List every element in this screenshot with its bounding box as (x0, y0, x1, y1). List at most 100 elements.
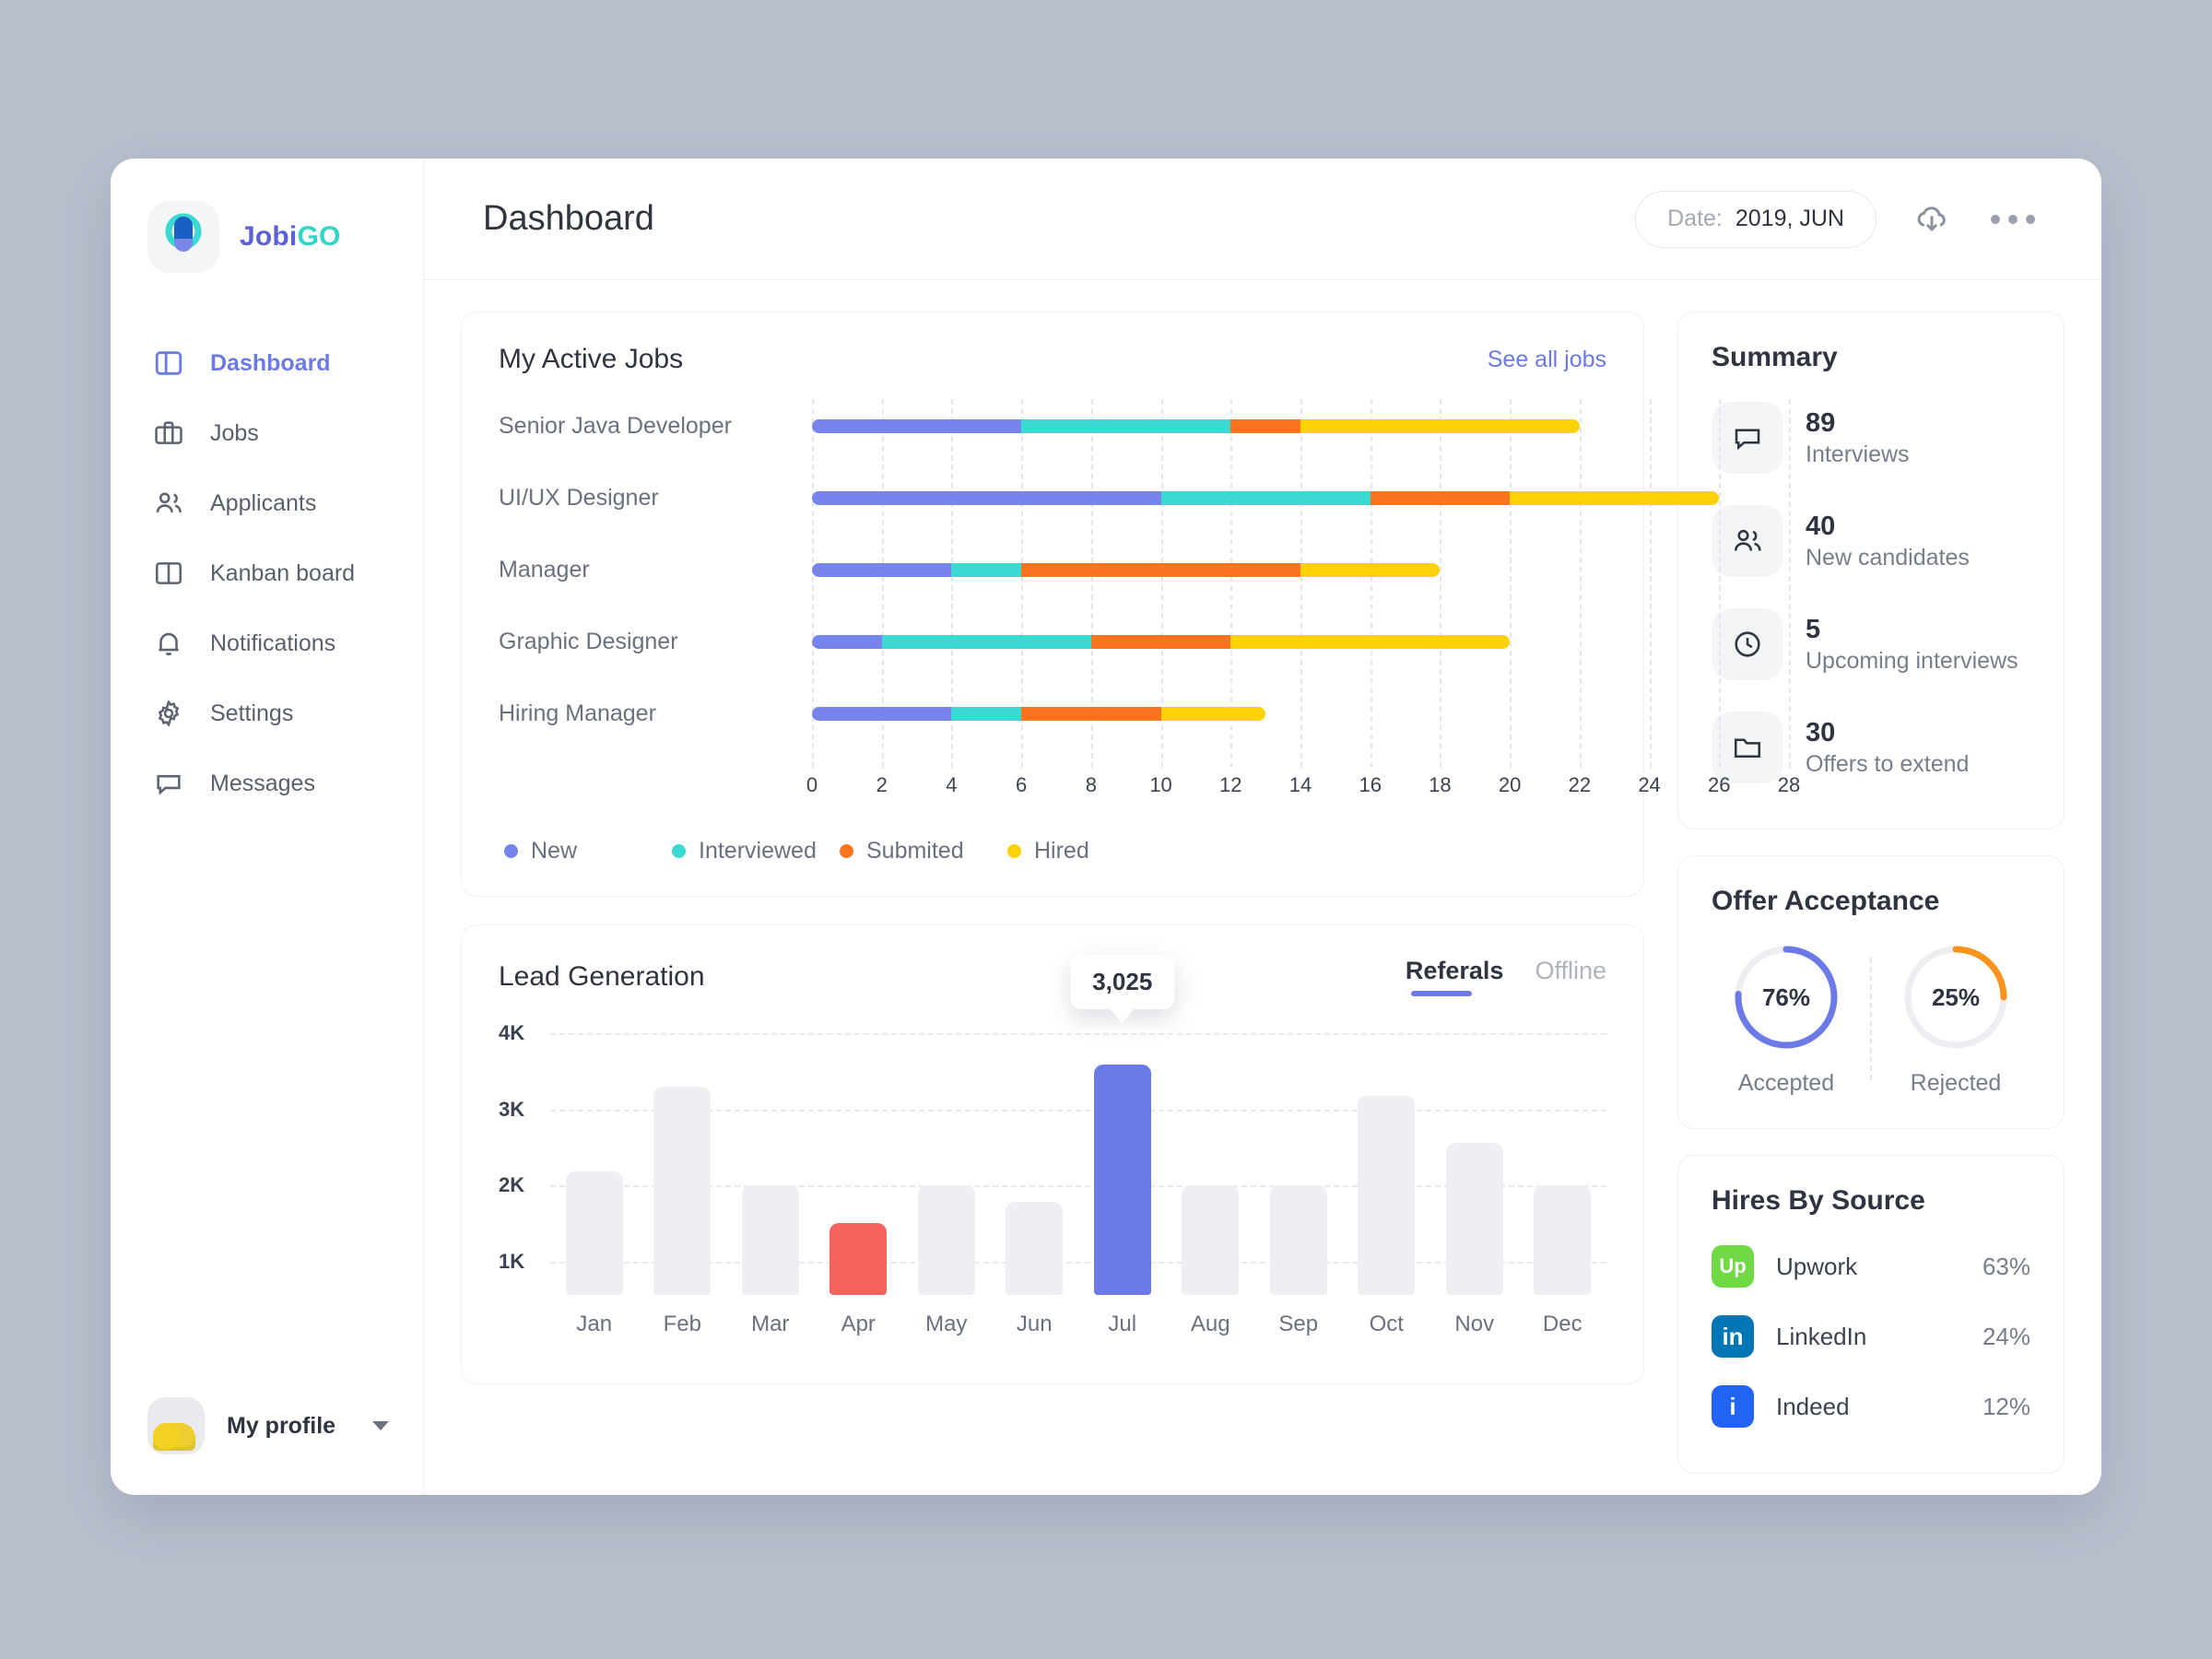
bar[interactable] (1182, 1185, 1240, 1295)
lead-generation-chart: 1K 2K 3K 4K Jan Feb Mar Apr May Jun 3,025 Jul Aug Sep… (462, 955, 1643, 1383)
profile-menu[interactable]: My profile (111, 1357, 423, 1495)
bar-column: May (902, 1033, 991, 1337)
sidebar-item-jobs[interactable]: Jobs (111, 398, 423, 468)
gantt-bar-segment (1230, 418, 1300, 433)
gantt-bar-segment (1370, 490, 1511, 505)
sidebar-item-applicants[interactable]: Applicants (111, 468, 423, 538)
gantt-bar[interactable] (812, 706, 1266, 721)
legend-label: Submited (866, 838, 964, 864)
see-all-jobs-link[interactable]: See all jobs (1488, 347, 1606, 373)
gantt-bar-segment (1300, 562, 1441, 577)
tab-offline[interactable]: Offline (1535, 957, 1606, 996)
gantt-bar[interactable] (812, 418, 1580, 433)
source-item[interactable]: Up Upwork 63% (1712, 1231, 2030, 1301)
bar-column: Sep (1254, 1033, 1343, 1337)
hires-by-source-card: Hires By Source Up Upwork 63% in LinkedIn 24%… (1677, 1155, 2065, 1474)
lead-generation-title: Lead Generation (499, 960, 705, 992)
gantt-bar-segment (812, 418, 1022, 433)
gantt-bar[interactable] (812, 490, 1720, 505)
gridline (1719, 399, 1722, 768)
avatar (147, 1397, 205, 1454)
x-axis-tick-label: Oct (1369, 1312, 1404, 1336)
legend-item[interactable]: Hired (1007, 838, 1175, 865)
x-axis-tick-label: Feb (663, 1312, 701, 1336)
summary-label: Interviews (1806, 441, 1910, 467)
gantt-bar[interactable] (812, 634, 1511, 649)
gantt-row-label: Hiring Manager (499, 700, 656, 726)
chevron-down-icon[interactable] (372, 1421, 390, 1430)
x-axis-tick-label: Dec (1542, 1312, 1583, 1336)
summary-title: Summary (1712, 342, 1838, 372)
legend-color-dot (672, 844, 686, 858)
upwork-logo: Up (1712, 1245, 1754, 1288)
gantt-bar-segment (1230, 634, 1511, 649)
active-jobs-card: My Active Jobs See all jobs Senior Java … (461, 312, 1800, 897)
lead-plot: 1K 2K 3K 4K Jan Feb Mar Apr May Jun 3,025 Jul Aug Sep… (499, 955, 1606, 1337)
source-percent: 12% (1982, 1392, 2030, 1420)
sidebar-item-notifications[interactable]: Notifications (111, 608, 423, 678)
gantt-bar-segment (812, 706, 952, 721)
bar[interactable] (1269, 1185, 1327, 1295)
summary-item[interactable]: 5 Upcoming interviews (1712, 593, 2030, 696)
bar[interactable] (565, 1171, 623, 1295)
bar-column: Nov (1430, 1033, 1519, 1337)
source-name: Upwork (1776, 1252, 1858, 1280)
people-icon (151, 486, 186, 521)
bar[interactable] (1006, 1201, 1064, 1295)
legend-color-dot (840, 844, 853, 858)
dashboard-content: My Active Jobs See all jobs Senior Java … (424, 280, 2101, 1495)
gantt-bar-segment (1160, 706, 1266, 721)
gantt-bar[interactable] (812, 562, 1441, 577)
gantt-bar-segment (1510, 490, 1720, 505)
gantt-bar-segment (812, 562, 952, 577)
date-label: Date: (1667, 206, 1723, 231)
lead-generation-header: Lead Generation Referals Offline (462, 925, 1643, 996)
tab-referals[interactable]: Referals (1406, 957, 1503, 996)
bar[interactable] (1534, 1185, 1592, 1295)
axis-tick-label: 28 (1777, 773, 1801, 796)
brand[interactable]: JobiGO (111, 159, 423, 280)
summary-item[interactable]: 89 Interviews (1712, 386, 2030, 489)
axis-tick-label: 6 (1016, 773, 1028, 796)
gauge-cell: 76% Accepted (1702, 941, 1870, 1097)
legend-item[interactable]: Submited (840, 838, 1007, 865)
bar[interactable] (1358, 1095, 1416, 1295)
gauge-cell: 25% Rejected (1872, 941, 2040, 1097)
summary-item[interactable]: 30 Offers to extend (1712, 696, 2030, 799)
app-window: JobiGO Dashboard Jobs Applicants Kanban … (111, 159, 2101, 1495)
bar[interactable] (653, 1086, 712, 1295)
gantt-row-label: Graphic Designer (499, 628, 678, 654)
bell-icon (151, 626, 186, 661)
bar[interactable] (830, 1222, 888, 1295)
gridline (1649, 399, 1652, 768)
gantt-row-label: Manager (499, 556, 590, 582)
legend-item[interactable]: New (504, 838, 672, 865)
gantt-bar-segment (1021, 418, 1231, 433)
sidebar-item-kanban-board[interactable]: Kanban board (111, 538, 423, 608)
bar[interactable]: 3,025 (1070, 955, 1175, 1295)
axis-tick-label: 12 (1219, 773, 1242, 796)
bar-column: Oct (1343, 1033, 1431, 1337)
source-item[interactable]: i Indeed 12% (1712, 1371, 2030, 1441)
gantt-bar-segment (951, 562, 1022, 577)
bar[interactable] (1445, 1143, 1503, 1295)
sidebar-item-settings[interactable]: Settings (111, 678, 423, 748)
more-options-icon[interactable] (1991, 214, 2035, 224)
source-item[interactable]: in LinkedIn 24% (1712, 1301, 2030, 1371)
legend-label: New (531, 838, 578, 864)
legend-item[interactable]: Interviewed (672, 838, 840, 865)
bar-column: Jun (991, 1033, 1079, 1337)
bar-group: Jan Feb Mar Apr May Jun 3,025 Jul Aug Sep Oct Nov De… (550, 955, 1606, 1337)
sidebar-item-dashboard[interactable]: Dashboard (111, 328, 423, 398)
bar[interactable] (741, 1185, 799, 1295)
sidebar-item-label: Jobs (210, 419, 259, 446)
bar[interactable] (917, 1185, 975, 1295)
source-name: LinkedIn (1776, 1322, 1867, 1350)
date-filter[interactable]: Date: 2019, JUN (1635, 190, 1877, 248)
source-name: Indeed (1776, 1392, 1850, 1420)
y-axis-tick-label: 1K (499, 1249, 525, 1273)
people-icon (1712, 505, 1783, 577)
sidebar-item-messages[interactable]: Messages (111, 748, 423, 818)
cloud-download-icon[interactable] (1912, 199, 1952, 240)
summary-item[interactable]: 40 New candidates (1712, 489, 2030, 593)
